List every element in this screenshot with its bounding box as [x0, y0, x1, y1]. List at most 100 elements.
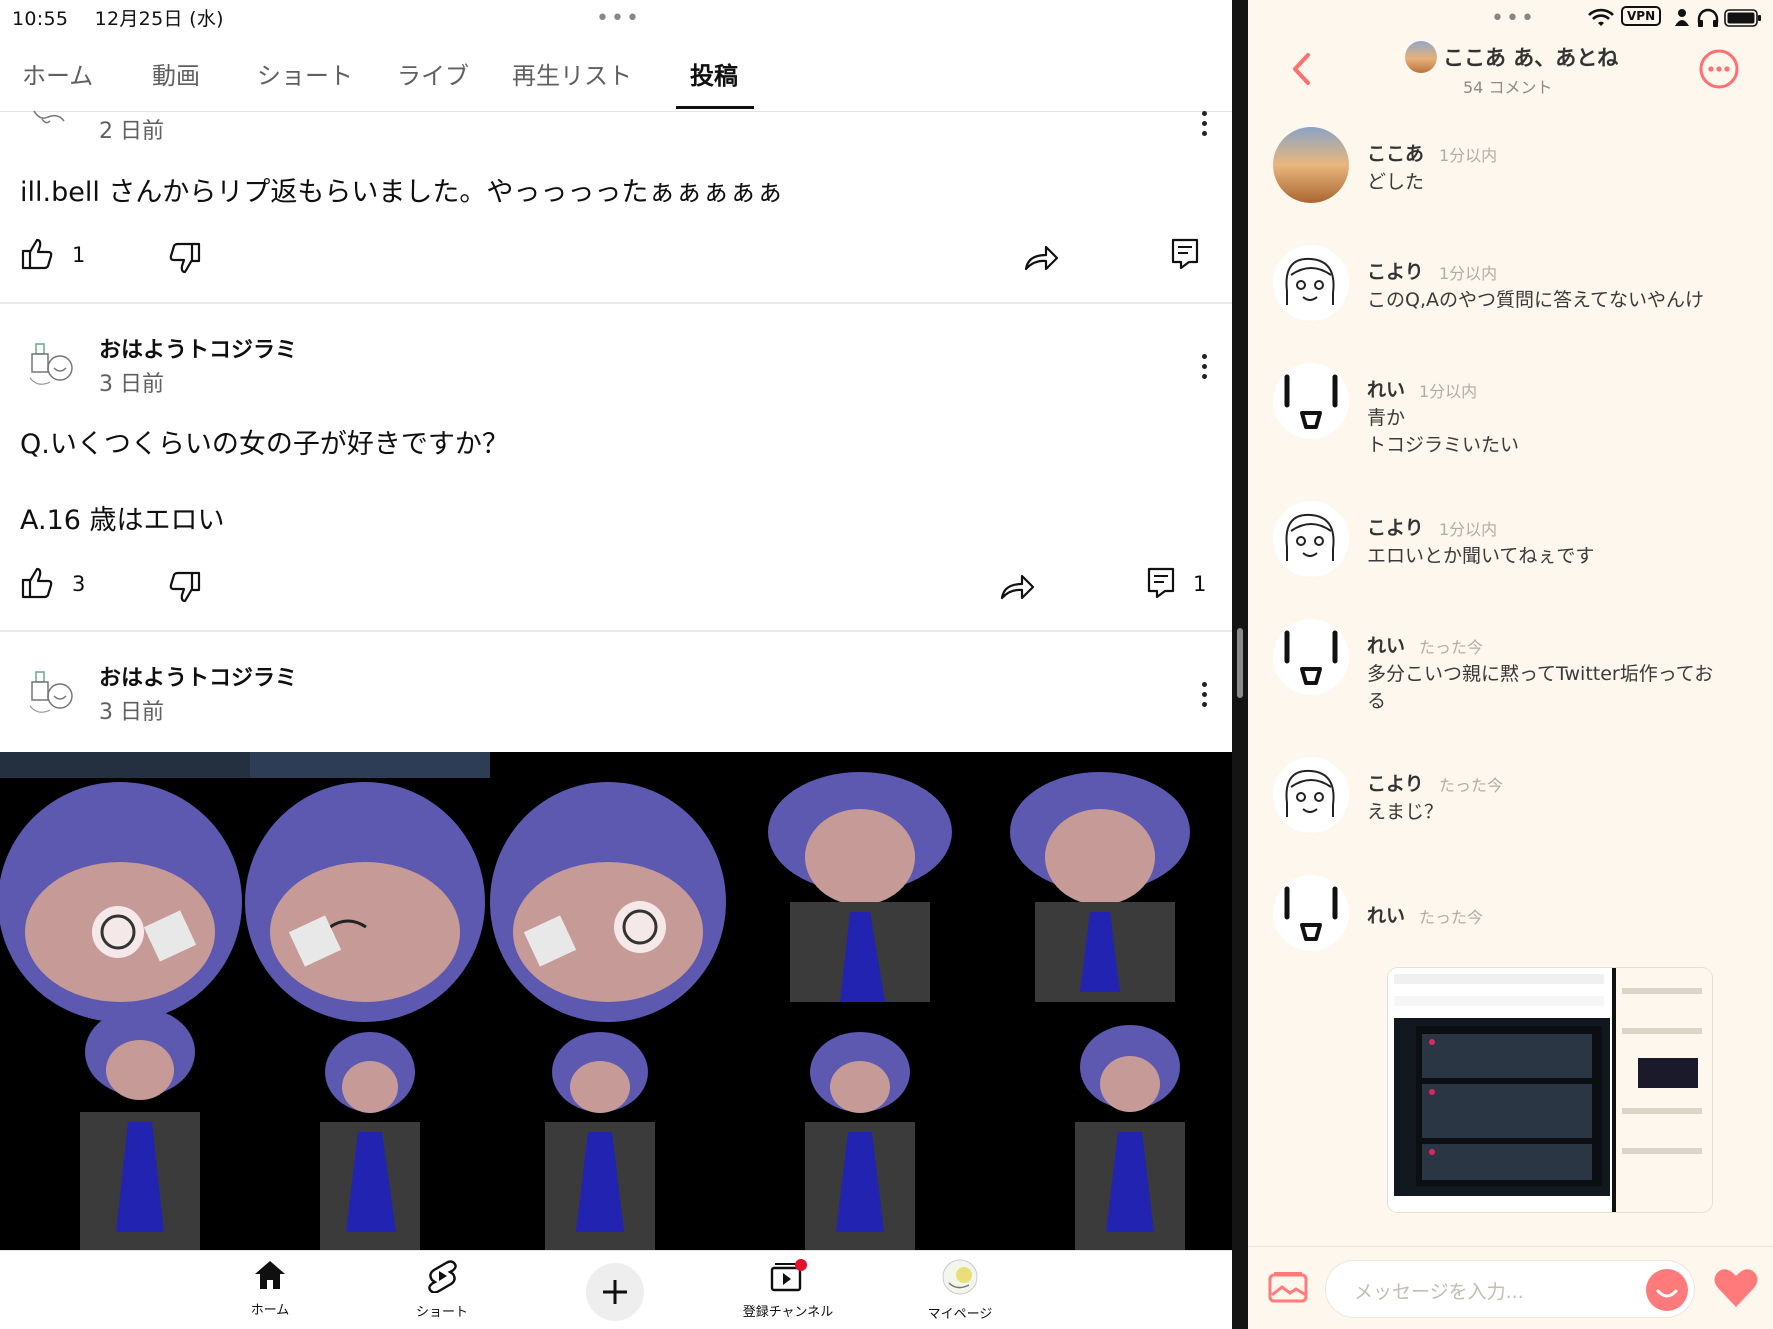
nav-you[interactable]: マイページ — [900, 1259, 1020, 1322]
smile-icon — [1656, 1289, 1678, 1298]
nav-home[interactable]: ホーム — [210, 1259, 330, 1318]
message-text: どした — [1367, 171, 1425, 193]
comment-icon[interactable] — [1146, 566, 1176, 600]
tab-home[interactable]: ホーム — [22, 56, 93, 91]
person-icon — [1675, 9, 1689, 26]
image-icon[interactable] — [1268, 1271, 1308, 1305]
status-time: 10:55 — [12, 8, 69, 30]
dislike-icon[interactable] — [166, 570, 202, 604]
chat-title: ここあ あ、あとね — [1443, 46, 1619, 70]
like-icon[interactable] — [20, 237, 56, 271]
user-avatar[interactable] — [1273, 363, 1349, 439]
message-time: たった今 — [1419, 908, 1484, 927]
user-avatar[interactable] — [1273, 127, 1349, 203]
heart-icon[interactable] — [1713, 1267, 1759, 1309]
message-text: 青か トコジラミいたい — [1367, 407, 1520, 456]
message-composer-bar: メッセージを入力... — [1248, 1246, 1773, 1329]
split-view-handle[interactable] — [1237, 628, 1243, 698]
tab-videos[interactable]: 動画 — [152, 56, 200, 91]
more-options-icon[interactable] — [1192, 107, 1216, 141]
post-author[interactable]: おはようトコジラミ — [99, 660, 297, 692]
user-avatar[interactable] — [1273, 245, 1349, 321]
simple-face-avatar — [1284, 374, 1338, 429]
post-date: 2 日前 — [99, 119, 164, 144]
character-drawing — [0, 782, 242, 1022]
character-drawing — [490, 782, 726, 1022]
back-chevron-icon[interactable] — [1290, 52, 1312, 86]
sender-name[interactable]: れい — [1367, 901, 1405, 928]
simple-face-avatar — [1284, 886, 1338, 941]
multitasking-dots-icon[interactable]: ••• — [596, 6, 641, 31]
message-input[interactable]: メッセージを入力... — [1326, 1261, 1694, 1317]
nav-subscriptions[interactable]: 登録チャンネル — [728, 1259, 848, 1320]
create-button[interactable] — [586, 1263, 644, 1321]
more-options-icon[interactable] — [1698, 48, 1740, 90]
chat-pane: ••• VPN ここあ あ、あとね 54 コメント ここあ 1分以内 どした こ… — [1248, 0, 1773, 1329]
sender-name[interactable]: ここあ — [1367, 139, 1424, 166]
sender-name[interactable]: れい — [1367, 375, 1405, 402]
character-drawing — [245, 782, 485, 1022]
sender-name[interactable]: こより — [1367, 513, 1424, 540]
more-options-icon[interactable] — [1192, 678, 1216, 712]
channel-avatar[interactable] — [20, 89, 78, 147]
message-text: えまじ？ — [1367, 801, 1444, 823]
community-post: おはようトコジラミ 3 日前 — [0, 632, 1232, 752]
nav-shorts-label: ショート — [415, 1305, 468, 1320]
share-icon[interactable] — [998, 570, 1036, 602]
avatar-icon — [942, 1259, 978, 1295]
user-avatar[interactable] — [1273, 757, 1349, 833]
sender-name[interactable]: こより — [1367, 257, 1424, 284]
share-icon[interactable] — [1022, 241, 1060, 273]
headphones-icon — [1697, 8, 1719, 27]
community-post: おはようトコジラミ 3 日前 Q.いくつくらいの女の子が好きですか？ A.16 … — [0, 304, 1232, 632]
simple-face-avatar — [1284, 630, 1338, 685]
post-text-line: A.16 歳はエロい — [20, 505, 225, 536]
like-count: 1 — [72, 243, 86, 267]
user-avatar[interactable] — [1273, 619, 1349, 695]
comment-count-label: 54 コメント — [1463, 78, 1553, 97]
like-icon[interactable] — [20, 566, 56, 600]
post-image[interactable] — [0, 752, 1232, 1250]
multitasking-dots-icon[interactable]: ••• — [1491, 6, 1536, 31]
message-time: たった今 — [1439, 776, 1504, 795]
message-text: エロいとか聞いてねぇです — [1367, 545, 1595, 567]
post-author[interactable]: おはようトコジラミ — [99, 332, 297, 364]
split-view-divider[interactable] — [1232, 0, 1248, 1329]
sender-name[interactable]: こより — [1367, 769, 1424, 796]
sketch-face-avatar — [1285, 769, 1335, 817]
nav-subscriptions-label: 登録チャンネル — [742, 1305, 834, 1320]
nav-shorts[interactable]: ショート — [382, 1259, 502, 1320]
bottom-navigation: ホーム ショート 登録チャンネル マイページ — [0, 1250, 1232, 1329]
sketch-face-avatar — [1285, 257, 1335, 305]
user-avatar[interactable] — [1273, 875, 1349, 951]
post-text-line: Q.いくつくらいの女の子が好きですか？ — [20, 429, 509, 460]
dislike-icon[interactable] — [166, 241, 202, 275]
comment-icon[interactable] — [1170, 237, 1200, 271]
emoji-button[interactable] — [1646, 1269, 1688, 1311]
comment-count: 1 — [1193, 572, 1207, 596]
channel-avatar[interactable] — [20, 666, 78, 724]
message-text: 多分こいつ親に黙ってTwitter垢作ってお る — [1367, 663, 1714, 712]
character-drawing — [85, 1008, 1180, 1112]
tab-shorts[interactable]: ショート — [257, 56, 353, 91]
tab-live[interactable]: ライブ — [397, 56, 469, 91]
sketch-face-avatar — [1285, 513, 1335, 561]
active-tab-indicator — [676, 106, 754, 109]
user-avatar[interactable] — [1273, 501, 1349, 577]
message-time: たった今 — [1419, 638, 1484, 657]
subscriptions-icon — [770, 1259, 807, 1292]
message-time: 1分以内 — [1439, 264, 1498, 283]
tab-playlists[interactable]: 再生リスト — [512, 56, 632, 91]
character-drawing — [1010, 772, 1190, 1002]
message-input-placeholder: メッセージを入力... — [1354, 1281, 1524, 1303]
vpn-badge: VPN — [1621, 6, 1662, 26]
channel-avatar[interactable] — [20, 338, 78, 396]
attached-screenshot[interactable] — [1388, 968, 1712, 1212]
tab-posts[interactable]: 投稿 — [690, 56, 738, 91]
group-avatar[interactable] — [1404, 40, 1438, 74]
message-text: このQ,Aのやつ質問に答えてないやんけ — [1367, 289, 1705, 311]
status-date: 12月25日 (水) — [94, 8, 224, 30]
community-post: 2 日前 ill.bell さんからリプ返もらいました。やっっっったぁぁぁぁぁ … — [0, 110, 1232, 304]
sender-name[interactable]: れい — [1367, 631, 1405, 658]
more-options-icon[interactable] — [1192, 350, 1216, 384]
